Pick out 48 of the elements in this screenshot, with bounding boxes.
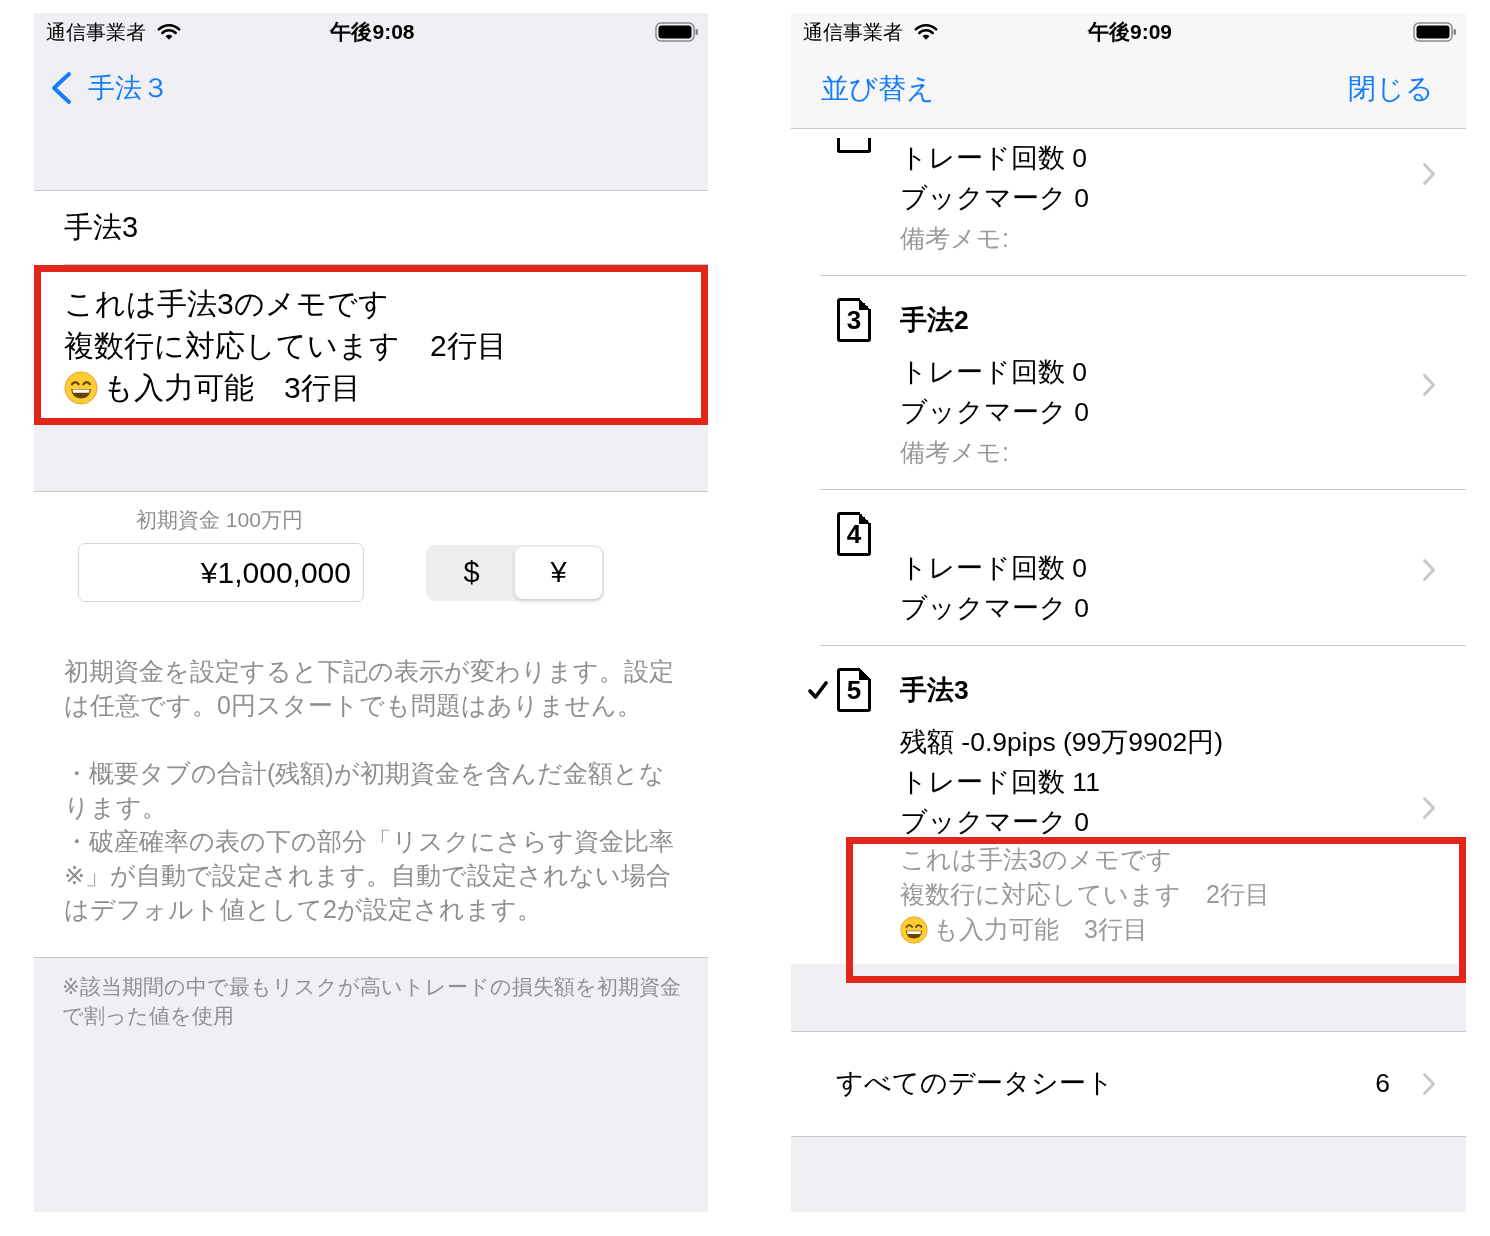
sheet-stat-text: 残額 -0.9pips (99万9902円) [900, 726, 1225, 759]
memo-label: 備考メモ: [900, 437, 1010, 468]
memo-field[interactable]: これは手法3のメモです 複数行に対応しています 2行目 も入力可能 3行目 [34, 265, 708, 425]
close-button[interactable]: 閉じる [1348, 69, 1434, 109]
chevron-right-icon [1422, 795, 1436, 820]
sheet-title: 手法2 [900, 304, 970, 337]
sheet-number-badge: 5 [837, 668, 871, 712]
help-text: ・概要タブの合計(残額)が初期資金を含んだ金額となります。 [64, 758, 666, 823]
status-time: 午後9:09 [1088, 19, 1172, 44]
chevron-right-icon [1422, 558, 1436, 582]
wifi-icon [914, 22, 938, 41]
status-time: 午後9:08 [330, 19, 415, 44]
capital-label: 初期資金 100万円 [136, 507, 303, 533]
sheet-number-badge: 4 [837, 512, 871, 556]
sheet-count: 6 [1375, 1067, 1390, 1101]
all-sheets-row[interactable]: すべてのデータシート 6 [791, 1031, 1466, 1137]
memo-label: 備考メモ: [900, 223, 1010, 254]
memo-text: 複数行に対応しています 2行目 [900, 879, 1271, 910]
currency-segment[interactable]: ¥ [515, 546, 602, 599]
name-field[interactable]: 手法3 [34, 191, 708, 264]
currency-segment[interactable]: $ [428, 546, 515, 599]
memo-text: も入力可能 3行目 [933, 914, 1148, 945]
battery-icon [655, 21, 699, 42]
sheet-stat-text: ブックマーク 0 [900, 806, 1091, 839]
sheet-stat-text: トレード回数 0 [900, 356, 1089, 389]
sheet-stat-text: トレード回数 0 [900, 142, 1089, 175]
chevron-left-icon [50, 71, 72, 105]
capital-field[interactable]: ¥1,000,000 [78, 543, 364, 602]
chevron-right-icon [1422, 373, 1436, 397]
footnote-text: ※該当期間の中で最もリスクが高いトレードの損失額を初期資金で割った値を使用 [62, 974, 682, 1029]
wifi-icon [157, 22, 181, 41]
sheet-stat-text: トレード回数 11 [900, 766, 1101, 799]
sheet-stat-text: ブックマーク 0 [900, 396, 1091, 429]
help-text: 初期資金を設定すると下記の表示が変わります。設定は任意です。0円スタートでも問題はありません。 [64, 656, 675, 721]
sheet-title: 手法3 [900, 674, 970, 707]
sort-button[interactable]: 並び替え [821, 69, 935, 109]
carrier-name: 通信事業者 [46, 19, 146, 44]
sheet-stat-text: ブックマーク 0 [900, 592, 1091, 625]
sheet-stat-text: ブックマーク 0 [900, 182, 1091, 215]
chevron-right-icon [1422, 1072, 1436, 1096]
sheet-number-badge: 3 [837, 298, 871, 342]
chevron-right-icon [1422, 162, 1436, 186]
all-sheets-label: すべてのデータシート [836, 1067, 1115, 1101]
help-text: ・破産確率の表の下の部分「リスクにさらす資金比率※」が自動で設定されます。自動で設定されない場合はデフォルト値として2が設定されます。 [64, 826, 675, 925]
sheet-stat-text: トレード回数 0 [900, 552, 1089, 585]
battery-icon [1413, 21, 1457, 42]
carrier-name: 通信事業者 [803, 19, 903, 44]
memo-text: これは手法3のメモです [900, 844, 1173, 875]
